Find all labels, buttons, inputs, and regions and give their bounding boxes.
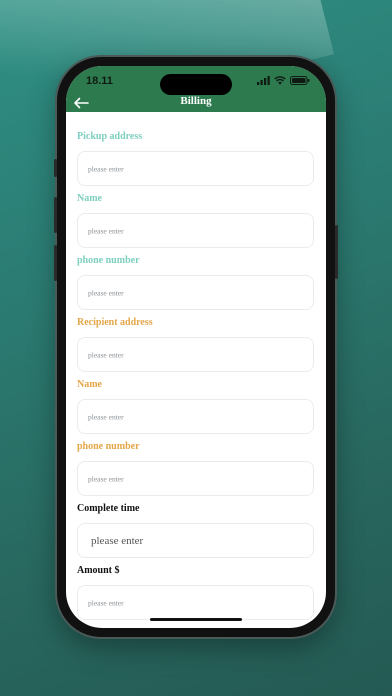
pickup-address-input[interactable]: please enter — [77, 151, 314, 186]
pickup-address-label: Pickup address — [77, 131, 143, 142]
app-bar: 18.11 Billing — [66, 66, 326, 112]
home-indicator — [150, 618, 242, 621]
complete-time-placeholder: please enter — [91, 534, 144, 547]
recipient-address-input[interactable]: please enter — [77, 337, 314, 372]
status-icons — [257, 76, 310, 85]
recipient-name-input[interactable]: please enter — [77, 399, 314, 434]
recipient-phone-label: phone number — [77, 441, 140, 452]
sender-name-label: Name — [77, 193, 102, 204]
complete-time-input[interactable]: please enter — [77, 523, 314, 558]
sender-name-input[interactable]: please enter — [77, 213, 314, 248]
amount-label: Amount $ — [77, 565, 120, 576]
signal-icon — [257, 76, 270, 85]
status-time: 18.11 — [86, 75, 113, 87]
recipient-address-placeholder: please enter — [88, 350, 124, 359]
recipient-address-label: Recipient address — [77, 317, 153, 328]
recipient-name-placeholder: please enter — [88, 412, 124, 421]
complete-time-label: Complete time — [77, 503, 140, 514]
sender-name-placeholder: please enter — [88, 226, 124, 235]
battery-icon — [290, 76, 310, 85]
pickup-address-placeholder: please enter — [88, 164, 124, 173]
page-title: Billing — [180, 95, 212, 107]
wifi-icon — [274, 76, 286, 85]
recipient-phone-input[interactable]: please enter — [77, 461, 314, 496]
sender-phone-placeholder: please enter — [88, 288, 124, 297]
phone-frame: 18.11 Billing Pickup address please ente… — [54, 57, 338, 637]
recipient-name-label: Name — [77, 379, 102, 390]
dynamic-island — [160, 74, 232, 95]
mute-switch — [54, 159, 57, 177]
volume-up-button — [54, 197, 57, 233]
sender-phone-input[interactable]: please enter — [77, 275, 314, 310]
amount-placeholder: please enter — [88, 598, 124, 607]
sender-phone-label: phone number — [77, 255, 140, 266]
recipient-phone-placeholder: please enter — [88, 474, 124, 483]
power-button — [335, 225, 338, 279]
amount-input[interactable]: please enter — [77, 585, 314, 620]
volume-down-button — [54, 245, 57, 281]
app-screen: 18.11 Billing Pickup address please ente… — [66, 66, 326, 628]
